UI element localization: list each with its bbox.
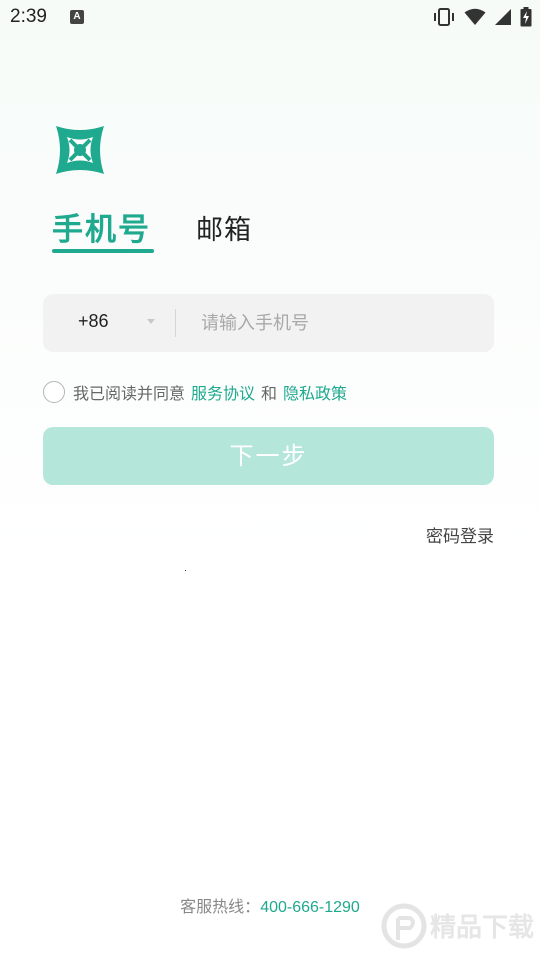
watermark-text: 精品下载 bbox=[430, 913, 534, 943]
country-code-select[interactable]: +86 bbox=[78, 311, 109, 332]
privacy-link[interactable]: 隐私政策 bbox=[283, 380, 347, 404]
password-login-link[interactable]: 密码登录 bbox=[426, 522, 494, 547]
agreement-checkbox[interactable] bbox=[43, 381, 65, 403]
status-icons bbox=[432, 6, 532, 28]
status-bar: 2:39 A bbox=[0, 0, 540, 36]
vibrate-icon bbox=[432, 7, 456, 27]
wifi-icon bbox=[464, 8, 486, 26]
terms-link[interactable]: 服务协议 bbox=[191, 380, 255, 404]
tab-active-indicator bbox=[52, 249, 154, 253]
stray-dot bbox=[185, 570, 186, 571]
tab-phone[interactable]: 手机号 bbox=[52, 204, 151, 249]
status-time: 2:39 bbox=[10, 6, 47, 27]
agreement-conjunction: 和 bbox=[261, 384, 278, 403]
battery-charging-icon bbox=[520, 7, 532, 27]
agreement-prefix: 我已阅读并同意 bbox=[73, 384, 186, 403]
hotline-label: 客服热线： bbox=[180, 897, 261, 916]
phone-number-input[interactable] bbox=[201, 306, 481, 340]
signal-icon bbox=[494, 8, 512, 26]
agreement-row: 我已阅读并同意 服务协议 和 隐私政策 bbox=[43, 380, 347, 404]
input-divider bbox=[175, 309, 176, 337]
next-button[interactable]: 下一步 bbox=[43, 427, 494, 485]
watermark-logo: 精品下载 bbox=[378, 896, 536, 956]
hotline-number[interactable]: 400-666-1290 bbox=[260, 899, 360, 916]
caret-down-icon[interactable] bbox=[147, 319, 155, 324]
app-logo-icon bbox=[50, 120, 110, 180]
phone-input-box: +86 bbox=[43, 294, 494, 352]
tab-email[interactable]: 邮箱 bbox=[196, 208, 252, 247]
notification-a-icon: A bbox=[70, 10, 84, 24]
